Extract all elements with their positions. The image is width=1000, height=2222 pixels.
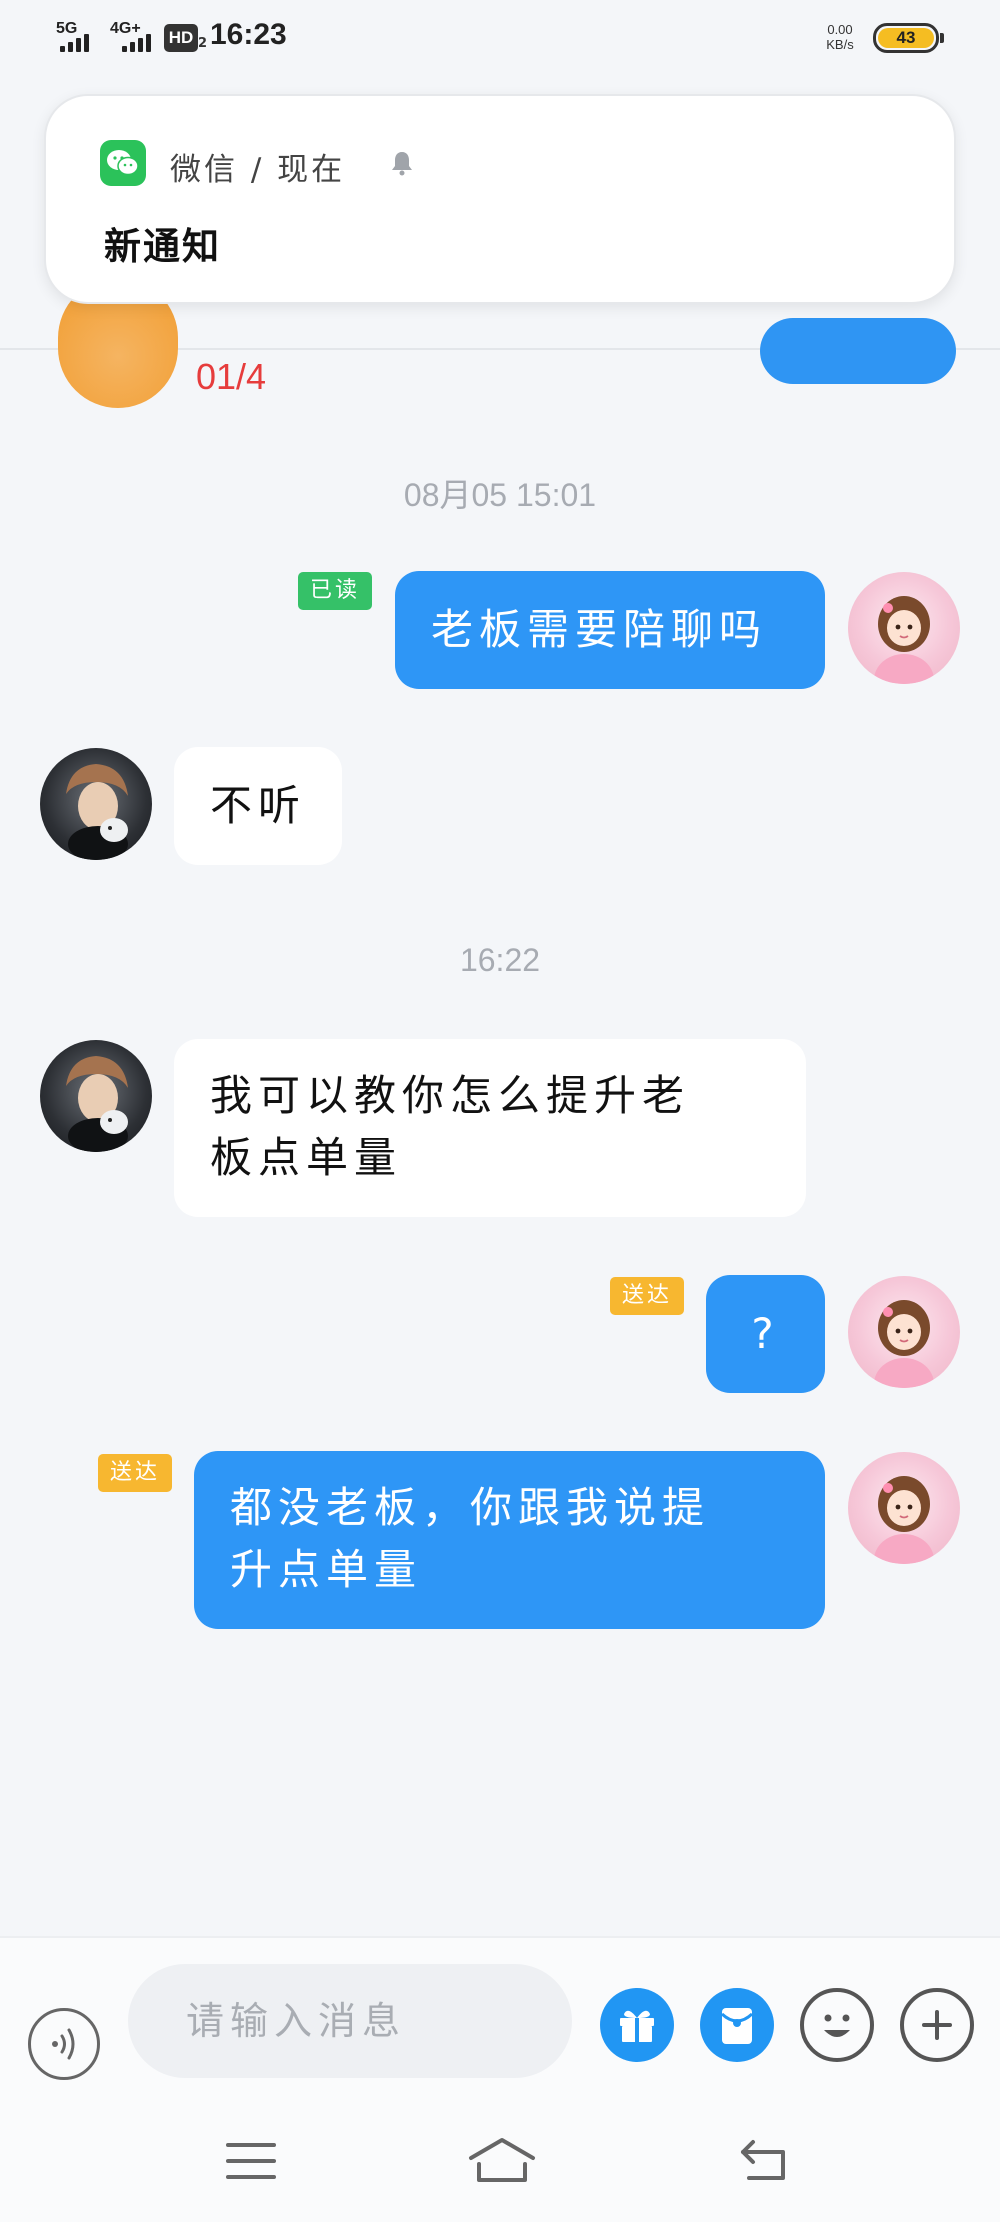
status-time: 16:23 (210, 18, 287, 51)
message-text-line: 升点单量 (230, 1545, 423, 1594)
home-icon[interactable] (467, 2136, 535, 2186)
hd-voice-sub: 2 (198, 36, 208, 51)
signal-strength-2-icon (122, 34, 151, 52)
notification-time: 现在 (277, 152, 346, 188)
notification-title: 新通知 (104, 225, 221, 268)
header-subtitle: 01/4 (196, 356, 267, 397)
red-packet-icon[interactable] (700, 1988, 774, 2062)
battery-icon: 43 (873, 23, 939, 53)
battery-tip (940, 33, 944, 43)
self-avatar[interactable] (848, 1452, 960, 1564)
message-input[interactable] (128, 1964, 572, 2078)
wechat-icon (100, 140, 146, 186)
outgoing-message-bubble[interactable]: 都没老板，你跟我说提 升点单量 (194, 1451, 825, 1629)
gift-icon[interactable] (600, 1988, 674, 2062)
message-text-line: 都没老板，你跟我说提 (230, 1483, 711, 1532)
self-avatar[interactable] (848, 1276, 960, 1388)
notification-banner[interactable]: 微信 / 现在 新通知 (44, 94, 956, 304)
notification-app-name: 微信 (170, 152, 238, 188)
emoji-icon[interactable] (800, 1988, 874, 2062)
self-avatar[interactable] (848, 572, 960, 684)
contact-avatar[interactable] (40, 1040, 152, 1152)
network-speed-unit: KB/s (826, 37, 854, 52)
outgoing-message-bubble[interactable]: 老板需要陪聊吗 (395, 571, 825, 689)
back-icon[interactable] (735, 2136, 795, 2186)
contact-avatar[interactable] (40, 748, 152, 860)
delivered-receipt-badge: 送达 (98, 1454, 173, 1492)
menu-icon[interactable] (222, 2136, 282, 2186)
hd-voice-badge: HD (164, 24, 198, 52)
incoming-message-bubble[interactable]: 我可以教你怎么提升老 板点单量 (174, 1039, 806, 1217)
status-bar: 5G 4G+ HD 2 16:23 0.00 KB/s 43 (0, 0, 1000, 78)
bell-icon (392, 152, 412, 176)
notification-meta: 微信 / 现在 (170, 144, 345, 189)
outgoing-message-bubble[interactable]: ? (706, 1275, 825, 1393)
message-timestamp: 08月05 15:01 (403, 477, 597, 513)
message-text: 不听 (210, 781, 307, 830)
network-speed: 0.00 KB/s (818, 22, 862, 52)
network-speed-value: 0.00 (827, 22, 853, 37)
notification-separator: / (250, 152, 265, 188)
message-text-line: 板点单量 (210, 1133, 403, 1182)
signal-strength-1-icon (60, 34, 89, 52)
delivered-receipt-badge: 送达 (610, 1277, 685, 1315)
incoming-message-bubble[interactable]: 不听 (174, 747, 343, 865)
plus-icon[interactable] (900, 1988, 974, 2062)
read-receipt-badge: 已读 (298, 572, 373, 610)
message-timestamp: 16:22 (459, 942, 541, 978)
message-text-line: 我可以教你怎么提升老 (210, 1071, 691, 1120)
voice-icon[interactable] (28, 2008, 100, 2080)
message-text: ? (751, 1309, 780, 1358)
battery-level: 43 (878, 28, 934, 48)
message-text: 老板需要陪聊吗 (431, 605, 768, 654)
header-action-button[interactable] (760, 318, 956, 384)
